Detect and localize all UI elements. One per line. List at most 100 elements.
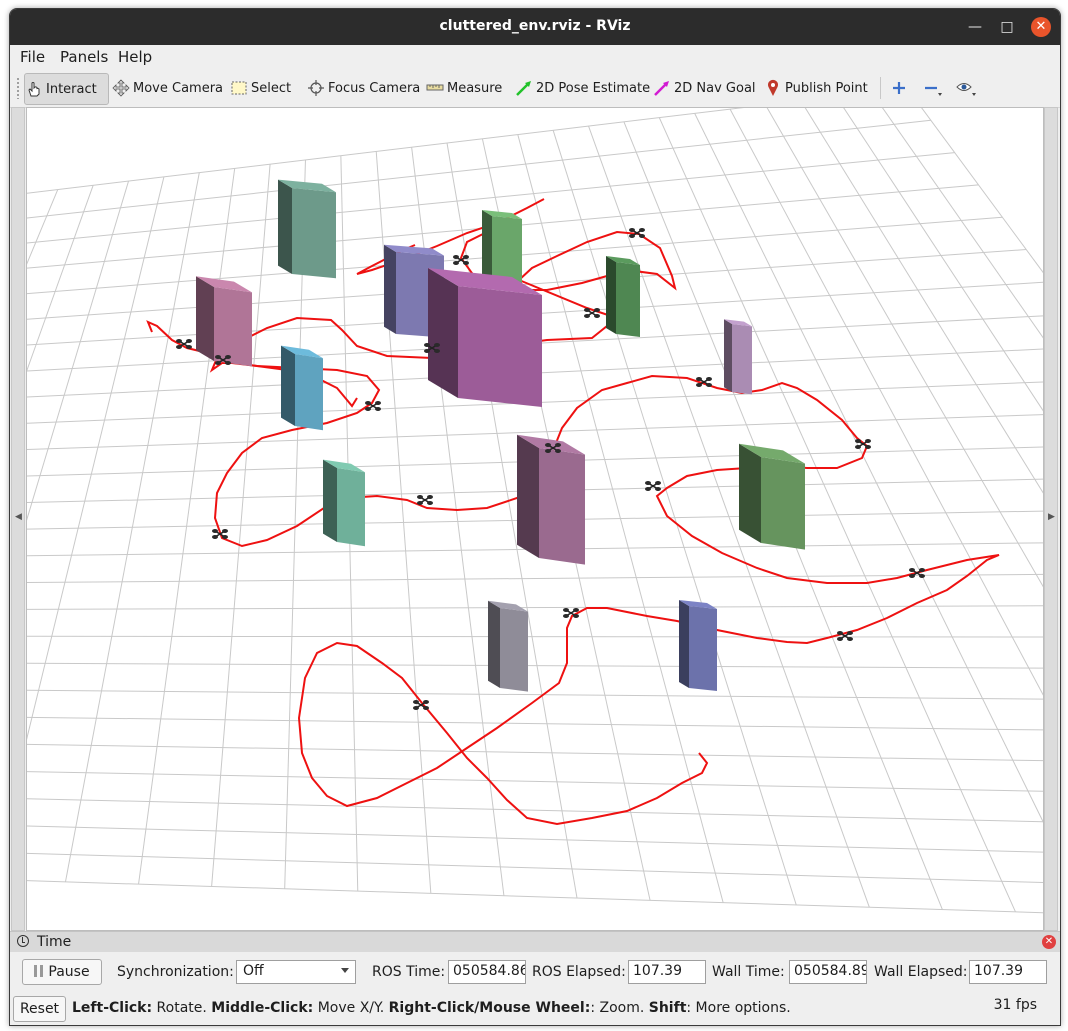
menu-bar: File Panels Help: [10, 45, 1060, 69]
select-label: Select: [251, 80, 292, 96]
select-box-icon: [230, 79, 248, 97]
obstacle-dark-green: [606, 256, 640, 337]
grid-line: [921, 108, 1043, 274]
close-button[interactable]: ✕: [1031, 17, 1051, 37]
focus-camera-tool[interactable]: Focus Camera: [307, 73, 420, 103]
ros-elapsed-label: ROS Elapsed:: [532, 964, 626, 980]
tool-visibility-button[interactable]: [956, 73, 977, 103]
measure-tool[interactable]: Measure: [426, 73, 502, 103]
add-tool-button[interactable]: [890, 73, 911, 103]
obstacle-front-face: [732, 324, 752, 395]
grid-line: [27, 880, 1043, 914]
render-viewport[interactable]: [26, 107, 1044, 931]
toolbar-handle[interactable]: [16, 77, 20, 99]
move-camera-icon: [112, 79, 130, 97]
right-arrow-icon: ▶: [1048, 512, 1055, 522]
window-title: cluttered_env.rviz - RViz: [439, 18, 631, 34]
pause-button[interactable]: Pause: [22, 959, 102, 985]
sync-value: Off: [243, 963, 264, 979]
sync-label: Synchronization:: [117, 964, 234, 980]
obstacle-front-face: [761, 457, 805, 550]
publish-point-label: Publish Point: [785, 80, 868, 96]
grid-line: [27, 798, 1043, 823]
right-dock-collapse-handle[interactable]: ▶: [1044, 107, 1058, 931]
grid-line: [27, 635, 1043, 638]
nav-goal-tool[interactable]: 2D Nav Goal: [653, 73, 756, 103]
select-tool[interactable]: Select: [230, 73, 291, 103]
maximize-button[interactable]: □: [997, 17, 1017, 37]
left-dock-collapse-handle[interactable]: ◀: [11, 107, 25, 931]
obstacle-side-face: [278, 179, 292, 274]
close-panel-icon[interactable]: ✕: [1042, 935, 1056, 949]
wall-time-label: Wall Time:: [712, 964, 785, 980]
pose-estimate-tool[interactable]: 2D Pose Estimate: [515, 73, 650, 103]
interact-tool[interactable]: Interact: [24, 73, 109, 105]
quadrotor-drone: [645, 481, 661, 491]
magenta-arrow-icon: [653, 79, 671, 97]
hint-key-middle: Middle-Click:: [211, 1000, 314, 1016]
menu-help[interactable]: Help: [118, 48, 152, 66]
ros-time-field[interactable]: 050584.86: [448, 960, 526, 984]
obstacle-front-face: [337, 468, 365, 547]
hint-key-shift: Shift: [648, 1000, 687, 1016]
rviz-window: cluttered_env.rviz - RViz — □ ✕ File Pan…: [9, 8, 1061, 1026]
obstacle-side-face: [606, 256, 616, 334]
move-camera-tool[interactable]: Move Camera: [112, 73, 223, 103]
hint-text-right: : Zoom.: [590, 1000, 649, 1016]
sync-select[interactable]: Off: [236, 960, 356, 984]
menu-file[interactable]: File: [20, 48, 45, 66]
hint-key-right: Right-Click/Mouse Wheel:: [388, 1000, 591, 1016]
crosshair-icon: [307, 79, 325, 97]
obstacle-side-face: [281, 345, 295, 426]
obstacle-front-face: [689, 606, 717, 691]
obstacle-plum-slab: [517, 434, 585, 565]
obstacle-side-face: [724, 319, 732, 392]
dropdown-arrow-icon: [341, 968, 349, 973]
obstacle-front-face: [616, 262, 640, 337]
remove-tool-button[interactable]: [922, 73, 943, 103]
measure-label: Measure: [447, 80, 503, 96]
pause-icon: [34, 965, 44, 977]
hand-pointer-icon: [25, 80, 43, 98]
focus-camera-label: Focus Camera: [328, 80, 421, 96]
obstacle-front-face: [214, 287, 252, 367]
obstacle-side-face: [428, 268, 458, 398]
menu-panels[interactable]: Panels: [60, 48, 108, 66]
status-bar: Reset Left-Click: Rotate. Middle-Click: …: [10, 992, 1060, 1025]
obstacle-green-right: [739, 443, 805, 550]
obstacle-side-face: [517, 434, 539, 558]
obstacle-mint: [323, 459, 365, 547]
green-arrow-icon: [515, 79, 533, 97]
grid-line: [27, 716, 1043, 731]
obstacle-front-face: [295, 354, 323, 431]
nav-goal-label: 2D Nav Goal: [674, 80, 756, 96]
obstacle-cyan: [281, 345, 323, 431]
minimize-button[interactable]: —: [965, 17, 985, 37]
eye-icon: [956, 79, 976, 97]
map-pin-icon: [764, 79, 782, 97]
quadrotor-drone: [909, 568, 925, 578]
scene-canvas[interactable]: [27, 108, 1043, 930]
grid-line: [27, 605, 1043, 610]
publish-point-tool[interactable]: Publish Point: [764, 73, 868, 103]
reset-button[interactable]: Reset: [13, 996, 66, 1022]
toolbar-separator: [880, 77, 881, 99]
hint-text-middle: Move X/Y.: [313, 1000, 389, 1016]
tool-bar: Interact Move Camera Select Focus Camera…: [10, 69, 1060, 108]
plus-icon: [890, 79, 908, 97]
grid-line: [27, 119, 931, 219]
grid-line: [27, 852, 1043, 883]
time-panel-title: Time: [37, 934, 72, 950]
interact-label: Interact: [46, 81, 97, 97]
obstacle-grey: [488, 600, 528, 692]
obstacle-front-face: [292, 188, 336, 279]
obstacle-lavender: [724, 319, 752, 395]
obstacle-front-face: [458, 286, 542, 407]
wall-elapsed-field[interactable]: 107.39: [969, 960, 1047, 984]
obstacle-front-face: [500, 608, 528, 692]
ros-elapsed-field[interactable]: 107.39: [628, 960, 706, 984]
grid-line: [27, 825, 1043, 853]
obstacle-mauve-left: [196, 276, 252, 367]
wall-elapsed-label: Wall Elapsed:: [874, 964, 968, 980]
wall-time-field[interactable]: 050584.89: [789, 960, 867, 984]
